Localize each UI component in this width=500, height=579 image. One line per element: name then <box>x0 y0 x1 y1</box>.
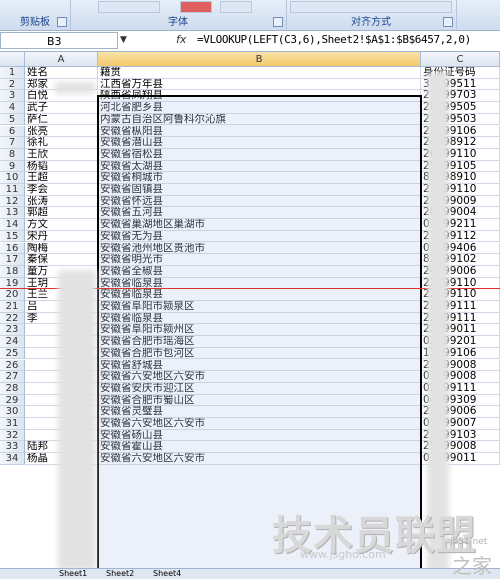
name-box[interactable]: B3 <box>0 32 118 49</box>
cell-name[interactable]: 秦保 <box>25 254 98 266</box>
row-header[interactable]: 20 <box>0 289 25 301</box>
row-header[interactable]: 24 <box>0 336 25 348</box>
cell-name[interactable]: 姓名 <box>25 67 98 79</box>
row-header[interactable]: 32 <box>0 429 25 442</box>
name-box-dropdown-icon[interactable]: ▼ <box>120 35 127 45</box>
alignment-launcher-icon[interactable] <box>443 17 453 27</box>
ribbon: 剪贴板 字体 对齐方式 <box>0 0 500 31</box>
row-header[interactable]: 33 <box>0 441 25 454</box>
alignment-group-label: 对齐方式 <box>351 17 391 28</box>
cell-name[interactable]: 王欣 <box>25 148 98 161</box>
row-header[interactable]: 14 <box>0 219 25 231</box>
row-header[interactable]: 11 <box>0 184 25 196</box>
row-header[interactable]: 22 <box>0 312 25 325</box>
row-header[interactable]: 27 <box>0 371 25 383</box>
row-header[interactable]: 8 <box>0 148 25 161</box>
alignment-group: 对齐方式 <box>286 0 457 30</box>
clipboard-launcher-icon[interactable] <box>57 17 67 27</box>
row-header[interactable]: 30 <box>0 406 25 418</box>
fill-color-button[interactable] <box>220 1 252 13</box>
row-header[interactable]: 9 <box>0 160 25 173</box>
cell-name[interactable]: 宋丹 <box>25 230 98 243</box>
privacy-blur <box>58 270 96 570</box>
watermark-url: www.jsgho.com <box>300 548 386 561</box>
formula-bar: B3 ▼ fx =VLOOKUP(LEFT(C3,6),Sheet2!$A$1:… <box>0 31 500 52</box>
font-group: 字体 <box>70 0 287 30</box>
cell-origin[interactable]: 籍贯 <box>98 67 421 79</box>
row-header[interactable]: 13 <box>0 207 25 220</box>
cell-name[interactable]: 萨仁 <box>25 113 98 126</box>
select-all-corner[interactable] <box>0 52 25 67</box>
column-header-c[interactable]: C <box>421 52 500 67</box>
row-header[interactable]: 3 <box>0 90 25 103</box>
privacy-blur <box>55 82 95 94</box>
insert-function-icon[interactable]: fx <box>176 33 186 46</box>
row-header[interactable]: 7 <box>0 137 25 149</box>
clipboard-group: 剪贴板 <box>0 0 71 30</box>
row-header[interactable]: 26 <box>0 359 25 372</box>
table-row: 1 姓名 籍贯 身份证号码 <box>0 67 500 79</box>
row-header[interactable]: 15 <box>0 230 25 243</box>
cell-name[interactable]: 徐礼 <box>25 137 98 149</box>
font-tool-button[interactable] <box>98 1 160 13</box>
column-header-a[interactable]: A <box>25 52 98 67</box>
row-header[interactable]: 18 <box>0 265 25 278</box>
cell-name[interactable]: 李会 <box>25 184 98 196</box>
row-header[interactable]: 28 <box>0 382 25 395</box>
alignment-tool-button[interactable] <box>290 1 452 13</box>
formula-input[interactable]: =VLOOKUP(LEFT(C3,6),Sheet2!$A$1:$B$6457,… <box>197 33 471 46</box>
font-color-button[interactable] <box>180 1 212 13</box>
row-header[interactable]: 10 <box>0 172 25 184</box>
row-header[interactable]: 21 <box>0 301 25 313</box>
row-header[interactable]: 4 <box>0 102 25 114</box>
font-launcher-icon[interactable] <box>273 17 283 27</box>
row-header[interactable]: 25 <box>0 347 25 360</box>
cell-name[interactable]: 陶梅 <box>25 242 98 255</box>
row-header[interactable]: 23 <box>0 324 25 337</box>
cell-origin[interactable]: 江西省万年县 <box>98 78 421 91</box>
watermark-side-top: jb51.net <box>450 537 488 547</box>
cell-name[interactable]: 武子 <box>25 102 98 114</box>
row-header[interactable]: 2 <box>0 78 25 91</box>
watermark-side-bottom: 之家 <box>452 554 492 578</box>
row-header[interactable]: 31 <box>0 418 25 430</box>
row-header[interactable]: 5 <box>0 113 25 126</box>
cell-name[interactable]: 王超 <box>25 172 98 184</box>
row-header[interactable]: 17 <box>0 254 25 266</box>
row-header[interactable]: 29 <box>0 394 25 407</box>
row-header[interactable]: 12 <box>0 195 25 208</box>
cell-name[interactable]: 郭超 <box>25 207 98 220</box>
row-header[interactable]: 6 <box>0 125 25 138</box>
font-group-label: 字体 <box>168 17 188 28</box>
cell-name[interactable]: 张涛 <box>25 195 98 208</box>
cell-name[interactable]: 杨韬 <box>25 160 98 173</box>
row-header[interactable]: 34 <box>0 453 25 465</box>
cell-name[interactable]: 方文 <box>25 219 98 231</box>
row-header[interactable]: 16 <box>0 242 25 255</box>
cell-name[interactable]: 张亮 <box>25 125 98 138</box>
sheet-tab-bar: Sheet1 Sheet2 Sheet4 <box>0 568 500 579</box>
column-header-b[interactable]: B <box>98 52 421 67</box>
row-header[interactable]: 1 <box>0 67 25 79</box>
privacy-blur <box>427 72 449 572</box>
